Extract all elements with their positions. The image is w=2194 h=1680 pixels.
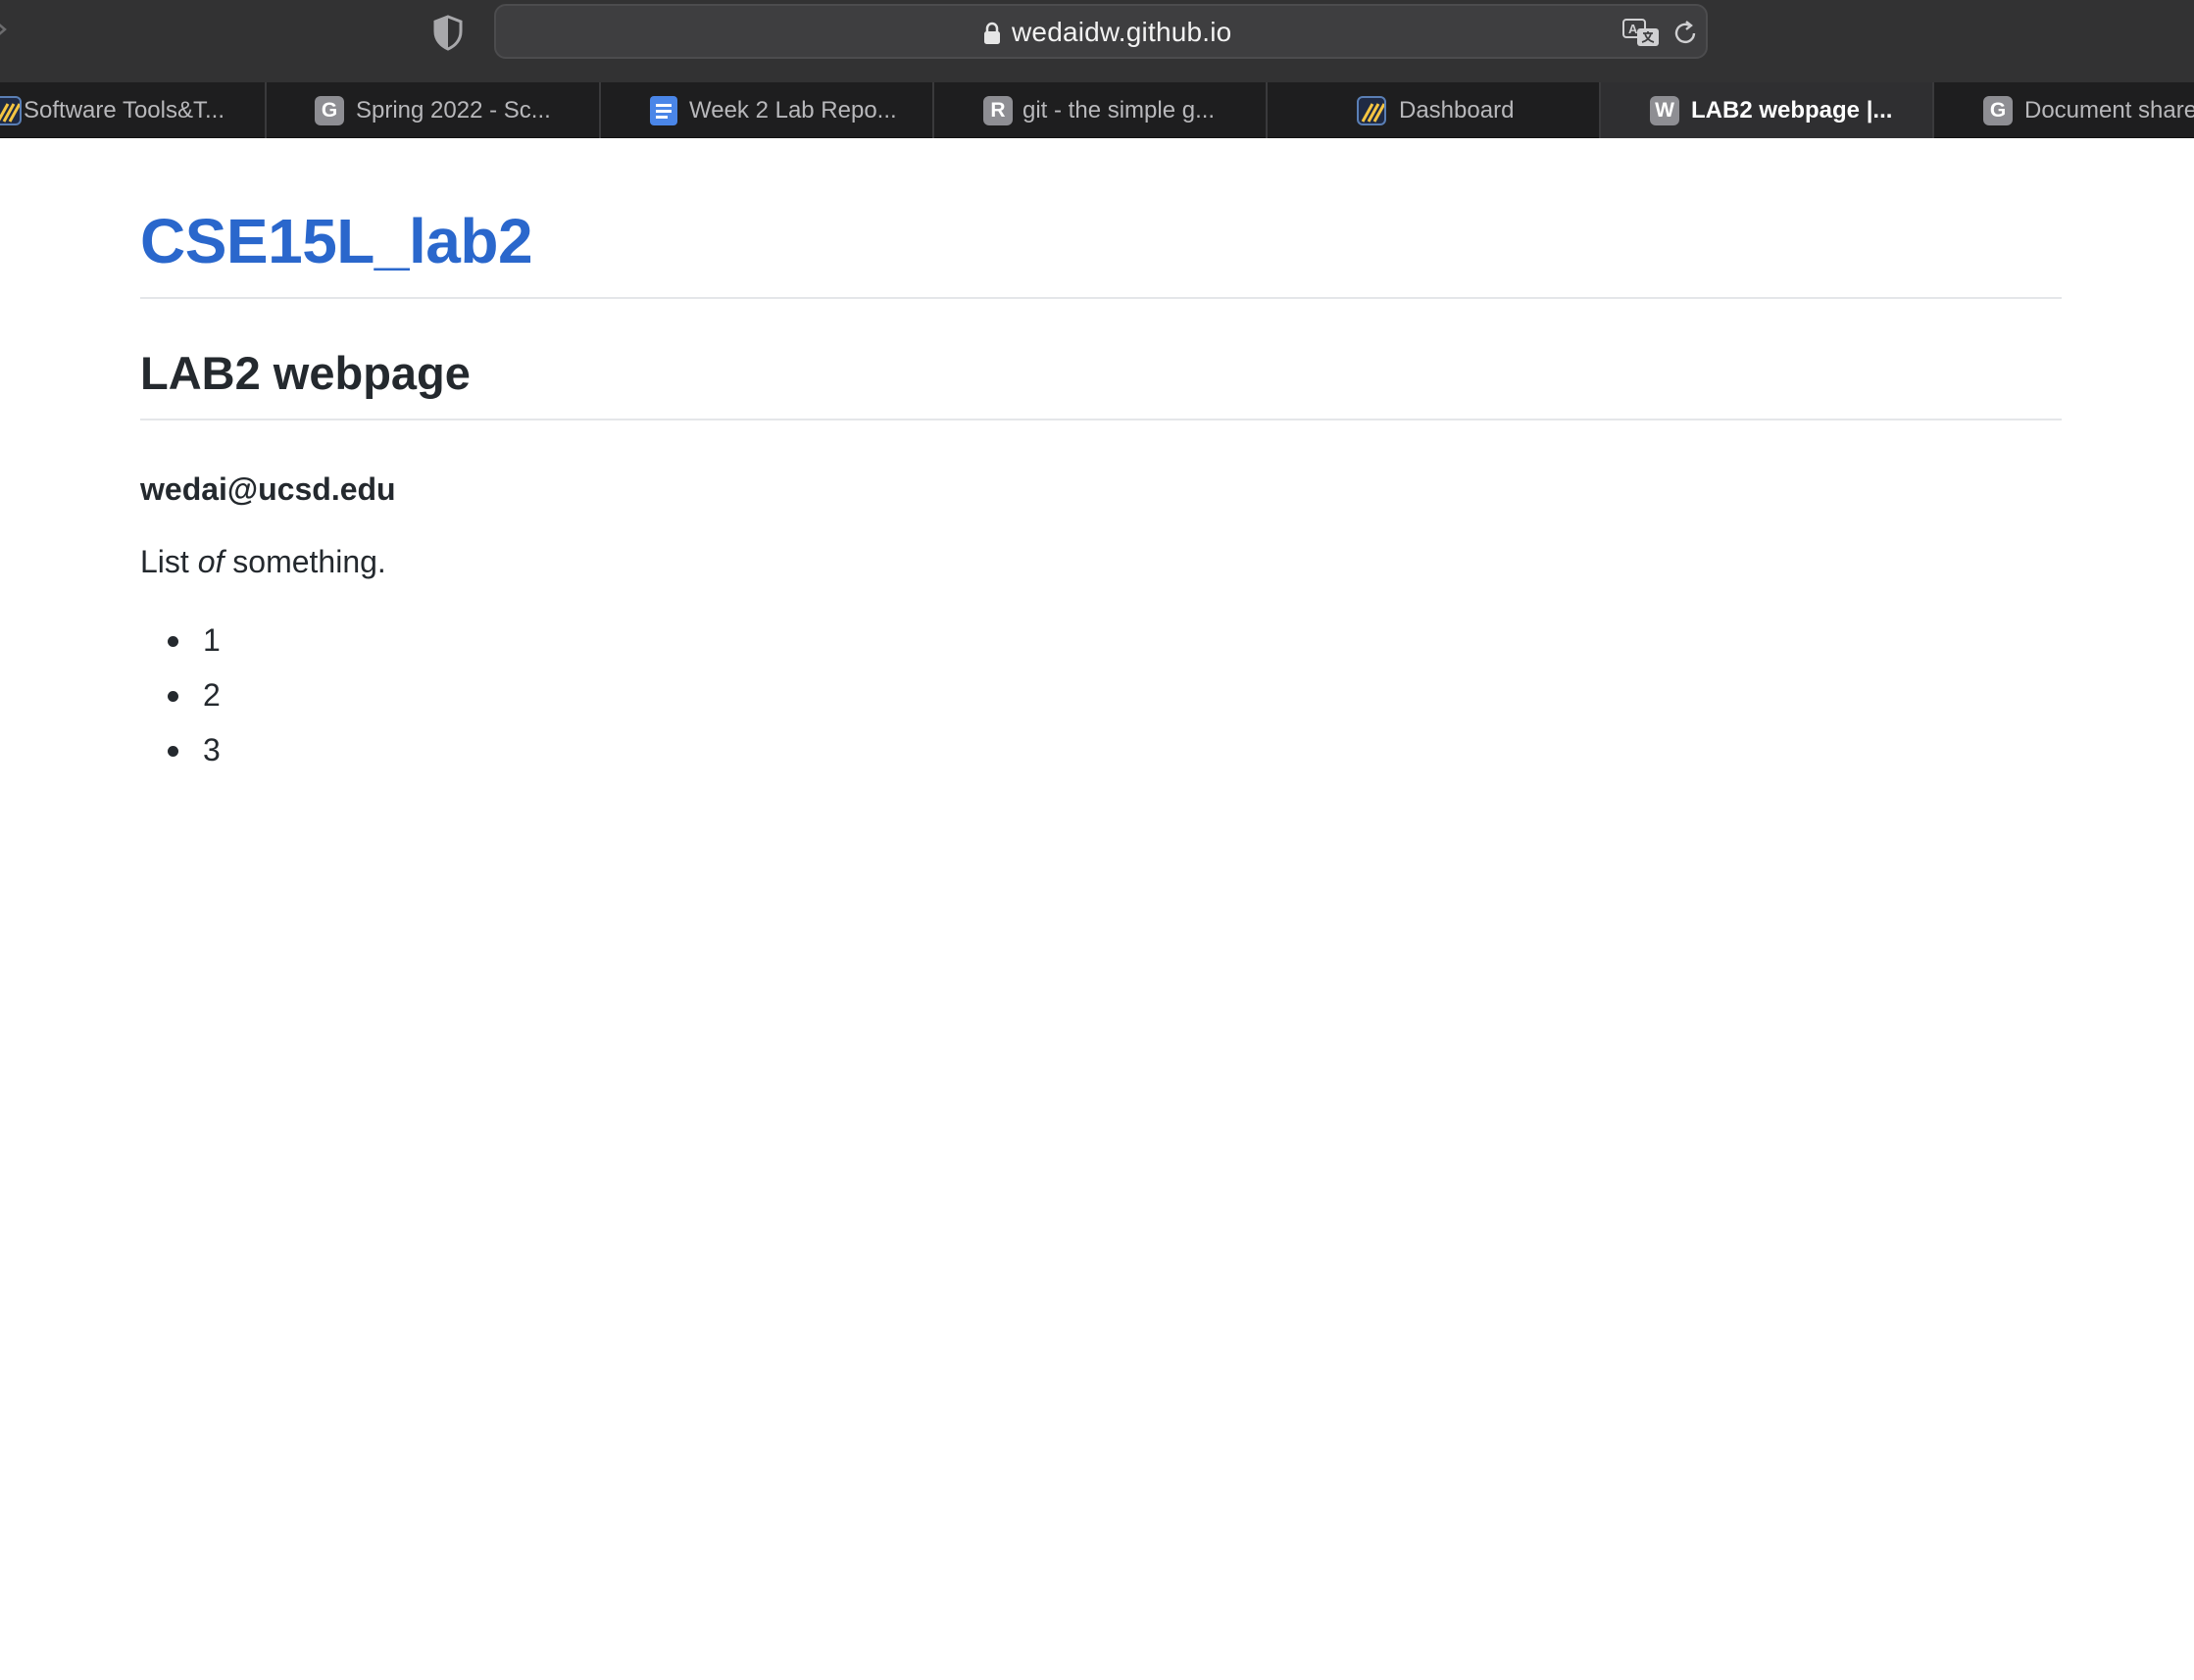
tab-label: Dashboard	[1399, 97, 1515, 124]
tab-software-tools[interactable]: Software Tools&T...	[0, 82, 267, 138]
tab-strip: Software Tools&T... G Spring 2022 - Sc..…	[0, 82, 2194, 138]
tab-label: Week 2 Lab Repo...	[689, 97, 897, 124]
page-heading: LAB2 webpage	[140, 347, 471, 399]
google-docs-icon	[650, 96, 677, 125]
list-item: 3	[140, 730, 221, 785]
paragraph-text-after: something.	[224, 544, 386, 579]
letter-g-favicon-icon: G	[1983, 96, 2013, 125]
tab-git-simple-guide[interactable]: R git - the simple g...	[934, 82, 1268, 138]
svg-text:A: A	[1628, 22, 1638, 36]
stripe-favicon-icon	[0, 96, 22, 125]
email-text: wedai@ucsd.edu	[140, 471, 396, 507]
list-item: 2	[140, 675, 221, 730]
stripe-favicon-icon	[1357, 96, 1386, 125]
tab-label: git - the simple g...	[1022, 97, 1216, 124]
reload-icon[interactable]	[1672, 20, 1700, 47]
list-item-text: 2	[203, 677, 221, 713]
tab-spring-2022[interactable]: G Spring 2022 - Sc...	[268, 82, 601, 138]
list-item-text: 3	[203, 732, 221, 767]
bullet-list: 1 2 3	[140, 620, 221, 785]
shield-icon[interactable]	[431, 14, 465, 51]
tab-lab2-webpage[interactable]: W LAB2 webpage |...	[1601, 82, 1934, 138]
translate-icon[interactable]: A	[1621, 18, 1661, 49]
bullet-icon	[168, 746, 178, 757]
bullet-icon	[168, 636, 178, 647]
tab-label: Document shared	[2024, 97, 2194, 124]
divider	[140, 419, 2062, 420]
divider	[140, 297, 2062, 299]
address-bar[interactable]: wedaidw.github.io A	[494, 4, 1708, 59]
paragraph: List of something.	[140, 544, 386, 580]
tab-document-shared[interactable]: G Document shared	[1934, 82, 2194, 138]
site-title-link[interactable]: CSE15L_lab2	[140, 205, 533, 277]
tab-dashboard[interactable]: Dashboard	[1268, 82, 1601, 138]
url-text[interactable]: wedaidw.github.io	[1012, 17, 1231, 48]
paragraph-text-before: List	[140, 544, 198, 579]
tab-label: Software Tools&T...	[24, 97, 224, 124]
lock-icon	[984, 22, 1000, 44]
browser-toolbar: wedaidw.github.io A	[0, 0, 2194, 82]
letter-w-favicon-icon: W	[1650, 96, 1679, 125]
tab-label: Spring 2022 - Sc...	[356, 97, 551, 124]
letter-r-favicon-icon: R	[983, 96, 1013, 125]
list-item-text: 1	[203, 622, 221, 658]
letter-g-favicon-icon: G	[315, 96, 344, 125]
paragraph-emphasis: of	[197, 544, 224, 579]
bullet-icon	[168, 691, 178, 702]
list-item: 1	[140, 620, 221, 675]
tab-week2-lab-report[interactable]: Week 2 Lab Repo...	[601, 82, 934, 138]
chevron-left-icon[interactable]	[0, 14, 12, 45]
tab-label: LAB2 webpage |...	[1691, 97, 1893, 124]
